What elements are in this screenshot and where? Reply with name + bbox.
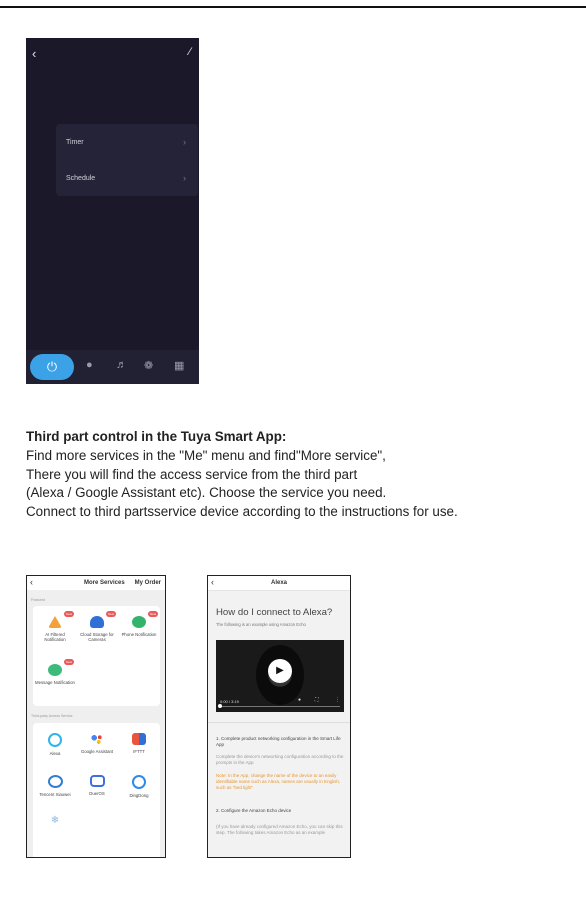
play-icon[interactable]: ▶: [268, 659, 292, 683]
featured-card: AI Filtered Notification New Cloud Stora…: [33, 606, 160, 706]
music-icon[interactable]: ♬: [116, 359, 127, 371]
snowflake-icon: ❄: [50, 815, 60, 826]
service-dueros[interactable]: DuerOS: [77, 775, 117, 796]
step1-title: 1. Complete product networking configura…: [216, 736, 341, 748]
section-label: Third-party Access Service: [31, 714, 73, 718]
power-icon: ⏻: [46, 359, 58, 374]
service-phone-notification[interactable]: Phone Notification: [119, 616, 159, 637]
instructions-line: (Alexa / Google Assistant etc). Choose t…: [26, 485, 387, 501]
page-title: More Services: [84, 580, 125, 586]
step2-title: 2. Configure the Amazon Echo device: [216, 808, 292, 813]
page-title: Alexa: [270, 580, 287, 586]
service-label: Alexa: [49, 751, 61, 756]
video-progress[interactable]: [220, 706, 340, 707]
alexa-icon: [48, 733, 62, 747]
service-label: Phone Notification: [121, 632, 157, 637]
google-assistant-icon: [90, 733, 104, 745]
guide-subheading: The following is an example using Amazon…: [216, 622, 306, 627]
chevron-left-icon[interactable]: ‹: [32, 46, 36, 61]
power-button[interactable]: ⏻: [30, 354, 74, 380]
timer-screen: ‹ ∕ Timer › Schedule › ⏻ ● ♬ ❁ ▦: [26, 38, 199, 384]
volume-icon[interactable]: ●: [298, 697, 301, 703]
section-label: Featured: [31, 598, 46, 602]
service-label: Cloud Storage for Cameras: [80, 632, 114, 642]
instructions: Third part control in the Tuya Smart App…: [26, 428, 586, 521]
chevron-right-icon: ›: [183, 173, 186, 183]
chevron-left-icon[interactable]: ‹: [30, 577, 33, 587]
dingdong-icon: [132, 775, 146, 789]
service-google-assistant[interactable]: Google Assistant: [77, 733, 117, 754]
service-label: IFTTT: [133, 749, 145, 754]
cloud-icon: [90, 616, 104, 628]
service-label: DingDong: [129, 793, 149, 798]
service-label: Tencent Xiaowei: [39, 792, 71, 797]
service-alexa[interactable]: Alexa: [35, 733, 75, 756]
settings-list: Timer › Schedule ›: [56, 124, 198, 196]
badge: New: [106, 611, 116, 617]
service-ai-filtered[interactable]: AI Filtered Notification: [35, 616, 75, 642]
chevron-right-icon: ›: [183, 137, 186, 147]
list-item-timer[interactable]: Timer ›: [56, 124, 198, 160]
step2-body: (If you have already configured Amazon E…: [216, 824, 343, 836]
service-label: Message Notification: [35, 680, 75, 685]
header: ‹ Alexa: [208, 576, 350, 591]
header: ‹ More Services My Order: [27, 576, 165, 590]
badge: New: [148, 611, 158, 617]
list-item-schedule[interactable]: Schedule ›: [56, 160, 198, 196]
bulb-icon[interactable]: ●: [86, 359, 93, 371]
divider: [208, 722, 350, 723]
service-cloud-storage[interactable]: Cloud Storage for Cameras: [77, 616, 117, 642]
instructions-line: Find more services in the "Me" menu and …: [26, 448, 386, 464]
more-services-screen: ‹ More Services My Order Featured AI Fil…: [26, 575, 166, 858]
alexa-guide-screen: ‹ Alexa How do I connect to Alexa? The f…: [207, 575, 351, 858]
video-player[interactable]: ▶ 0:00 / 3:19 ● ⛶ ⋮: [216, 640, 344, 712]
step1-body: Complete the device's networking configu…: [216, 754, 344, 766]
instructions-title: Third part control in the Tuya Smart App…: [26, 429, 287, 444]
guide-heading: How do I connect to Alexa?: [216, 607, 333, 618]
bottom-tab-bar: ⏻ ● ♬ ❁ ▦: [26, 350, 199, 384]
my-order-link[interactable]: My Order: [135, 580, 161, 586]
list-item-label: Timer: [66, 138, 84, 146]
top-bar: ‹ ∕: [26, 44, 199, 64]
tencent-icon: [47, 775, 63, 788]
video-time: 0:00 / 3:19: [220, 699, 239, 704]
third-party-card: Alexa Google Assistant IFTTT Tencent Xia…: [33, 723, 160, 857]
service-label: Google Assistant: [80, 749, 114, 754]
service-dingdong[interactable]: DingDong: [119, 775, 159, 798]
ai-filter-icon: [48, 616, 62, 628]
fullscreen-icon[interactable]: ⛶: [315, 697, 319, 703]
service-tencent-xiaowei[interactable]: Tencent Xiaowei: [35, 775, 75, 797]
service-label: AI Filtered Notification: [44, 632, 66, 642]
service-label: DuerOS: [89, 791, 105, 796]
phone-icon: [132, 616, 146, 628]
step1-note: Note: In the App, change the name of the…: [216, 773, 341, 791]
pencil-icon[interactable]: ∕: [189, 46, 191, 58]
instructions-line: There you will find the access service f…: [26, 466, 358, 482]
progress-handle[interactable]: [218, 704, 222, 708]
ifttt-icon: [132, 733, 146, 745]
message-icon: [48, 664, 62, 676]
service-more[interactable]: ❄: [35, 815, 75, 831]
palette-icon[interactable]: ❁: [144, 359, 153, 372]
grid-icon[interactable]: ▦: [174, 359, 184, 372]
more-icon[interactable]: ⋮: [335, 697, 340, 703]
badge: New: [64, 611, 74, 617]
instructions-line: Connect to third partsservice device acc…: [26, 503, 458, 519]
dueros-icon: [89, 775, 105, 787]
service-message-notification[interactable]: Message Notification: [35, 664, 75, 685]
service-ifttt[interactable]: IFTTT: [119, 733, 159, 754]
list-item-label: Schedule: [66, 174, 96, 182]
badge: New: [64, 659, 74, 665]
